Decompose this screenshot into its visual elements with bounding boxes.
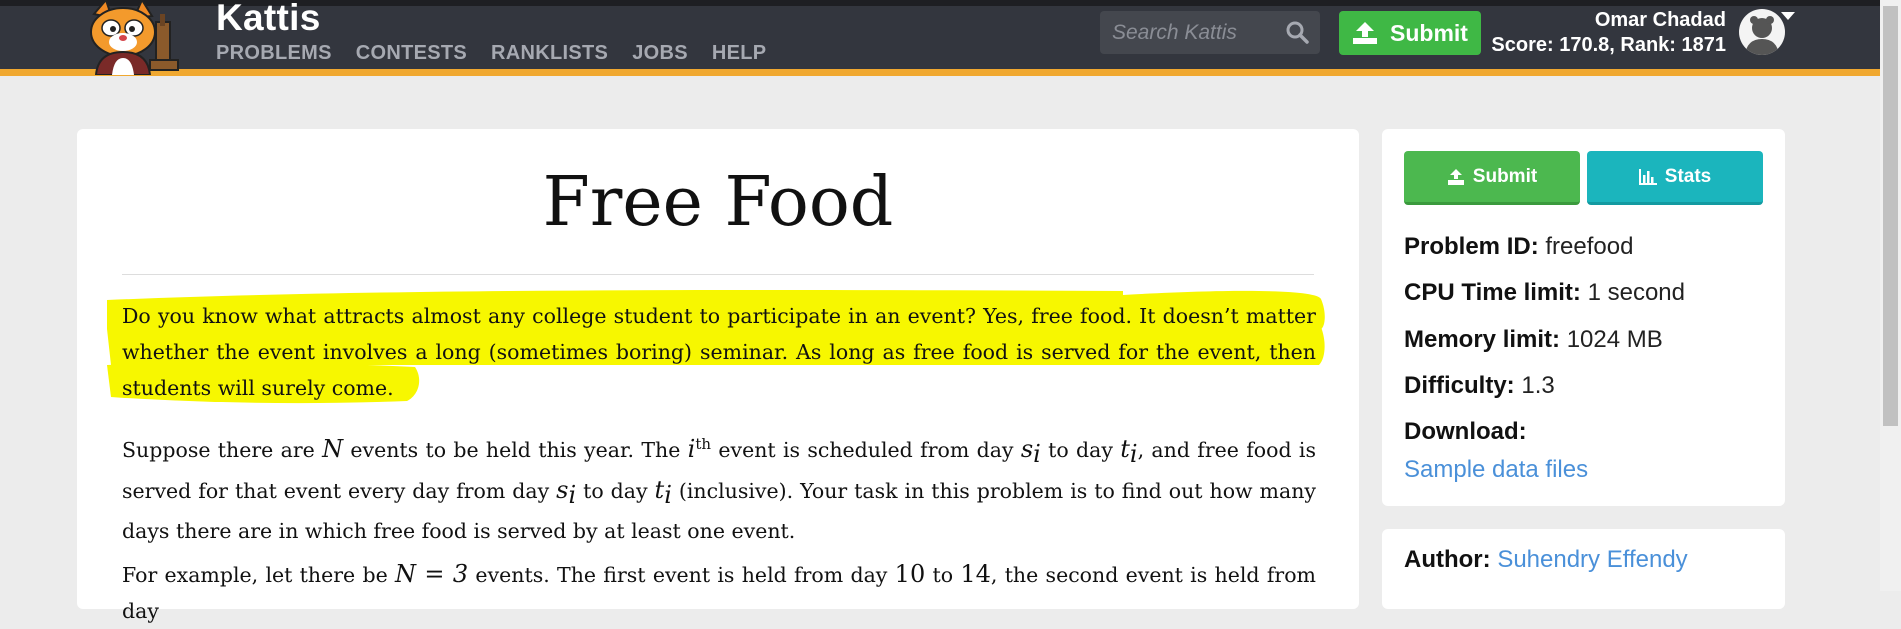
math-s: s — [1020, 434, 1034, 463]
problem-id-row: Problem ID: freefood — [1404, 232, 1633, 262]
math-n: N — [322, 434, 344, 463]
submit-button-label: Submit — [1472, 165, 1538, 187]
problem-id-label: Problem ID: — [1404, 233, 1539, 260]
problem-paragraph-example: For example, let there be N = 3 events. … — [122, 556, 1316, 629]
problem-id-value: freefood — [1545, 233, 1634, 260]
download-label-row: Download: — [1404, 417, 1527, 447]
text-span: events. The first event is held from day — [468, 563, 895, 587]
problem-card: Free Food Do you know what attracts almo… — [77, 129, 1359, 623]
download-label: Download: — [1404, 418, 1527, 445]
user-silhouette-icon — [1745, 16, 1779, 55]
nav-problems[interactable]: PROBLEMS — [216, 40, 332, 66]
nav-jobs[interactable]: JOBS — [632, 40, 688, 66]
top-navbar: Kattis PROBLEMS CONTESTS RANKLISTS JOBS … — [0, 0, 1880, 76]
title-divider — [122, 274, 1314, 275]
math-sub-i: i — [568, 481, 577, 510]
text-span: For example, let there be — [122, 563, 395, 587]
kattis-cat-logo-icon[interactable] — [76, 0, 200, 75]
nav-ranklists[interactable]: RANKLISTS — [491, 40, 608, 66]
cpu-time-label: CPU Time limit: — [1404, 279, 1581, 306]
main-nav: PROBLEMS CONTESTS RANKLISTS JOBS HELP — [216, 40, 766, 66]
memory-limit-label: Memory limit: — [1404, 326, 1561, 353]
math-sub-i: i — [1033, 439, 1041, 468]
math-sub-i: i — [1129, 439, 1138, 468]
submit-button[interactable]: Submit — [1404, 151, 1580, 205]
search-box — [1100, 11, 1320, 54]
cpu-time-row: CPU Time limit: 1 second — [1404, 278, 1685, 308]
author-card: Author: Suhendry Effendy — [1382, 529, 1785, 609]
text-span: events to be held this year. The — [343, 437, 688, 462]
text-span: to day — [576, 478, 655, 503]
difficulty-label: Difficulty: — [1404, 372, 1515, 399]
math-t: t — [1120, 434, 1130, 463]
upload-icon — [1447, 168, 1464, 185]
upload-icon — [1353, 22, 1378, 44]
cpu-time-value: 1 second — [1587, 279, 1685, 306]
memory-limit-value: 1024 MB — [1566, 326, 1663, 353]
text-span: Suppose there are — [122, 437, 323, 462]
user-name[interactable]: Omar Chadad — [1490, 8, 1726, 32]
stats-button[interactable]: Stats — [1587, 151, 1763, 205]
user-menu-caret-icon[interactable] — [1781, 12, 1795, 20]
problem-paragraph-statement: Suppose there are N events to be held th… — [122, 426, 1316, 549]
text-span: event is scheduled from day — [711, 437, 1021, 462]
math-equation: N = 3 — [395, 560, 469, 588]
math-sub-i: i — [664, 481, 672, 510]
math-s: s — [556, 475, 569, 504]
text-span: to day — [1040, 437, 1121, 462]
header-submit-button[interactable]: Submit — [1339, 11, 1481, 55]
scrollbar-thumb[interactable] — [1883, 6, 1898, 426]
difficulty-row: Difficulty: 1.3 — [1404, 371, 1555, 401]
author-link[interactable]: Suhendry Effendy — [1497, 546, 1687, 573]
text-span: to — [925, 563, 961, 587]
math-superscript-th: th — [695, 435, 712, 453]
stats-button-label: Stats — [1664, 165, 1712, 187]
user-score: Score: 170.8, Rank: 1871 — [1491, 34, 1726, 56]
author-row: Author: Suhendry Effendy — [1404, 545, 1688, 575]
user-avatar[interactable] — [1739, 9, 1785, 55]
math-number: 14 — [960, 560, 991, 588]
sample-data-link[interactable]: Sample data files — [1404, 455, 1588, 485]
header-submit-label: Submit — [1390, 19, 1468, 46]
bar-chart-icon — [1638, 168, 1657, 185]
nav-help[interactable]: HELP — [712, 40, 767, 66]
search-icon[interactable] — [1285, 20, 1309, 44]
memory-limit-row: Memory limit: 1024 MB — [1404, 325, 1663, 355]
math-t: t — [654, 475, 665, 504]
math-number: 10 — [894, 560, 926, 588]
problem-paragraph-intro: Do you know what attracts almost any col… — [122, 304, 1316, 400]
author-label: Author: — [1404, 546, 1491, 573]
problem-sidebar: Submit Stats Problem ID: freefood CPU Ti… — [1382, 129, 1785, 506]
page-scrollbar[interactable] — [1880, 0, 1901, 591]
search-input[interactable] — [1100, 11, 1280, 54]
brand-name[interactable]: Kattis — [216, 0, 321, 38]
nav-contests[interactable]: CONTESTS — [356, 40, 467, 66]
problem-title: Free Food — [542, 163, 894, 242]
difficulty-value: 1.3 — [1521, 372, 1555, 399]
